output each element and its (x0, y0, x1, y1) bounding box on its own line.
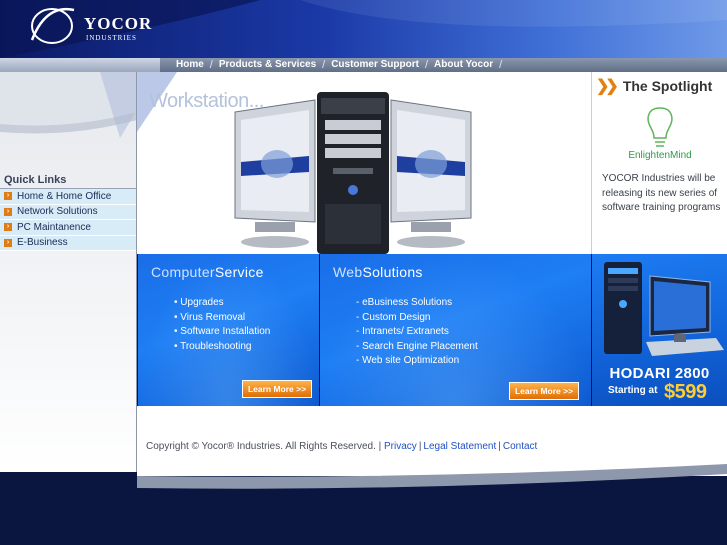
spotlight-title: The Spotlight (622, 78, 713, 94)
title-part-a: Web (333, 264, 363, 280)
logo-name: YOCOR (84, 14, 153, 33)
logo-swirl-icon (30, 7, 75, 44)
list-item: • Troubleshooting (174, 340, 252, 352)
left-sidebar: Quick Links › Home & Home Office › Netwo… (0, 72, 137, 472)
spotlight-text: YOCOR Industries will be releasing its n… (602, 173, 721, 213)
nav-separator-icon: / (499, 59, 503, 71)
site-header: YOCOR INDUSTRIES (0, 0, 727, 58)
quick-link-label: Network Solutions (17, 206, 98, 218)
computer-service-learn-more-button[interactable]: Learn More >> (242, 380, 312, 398)
quick-link-label: PC Maintanence (17, 221, 91, 233)
nav-customer-support[interactable]: Customer Support (325, 58, 425, 72)
list-item: • Software Installation (174, 326, 271, 338)
product-ad[interactable]: HODARI 2800 Starting at $599 (592, 254, 727, 406)
bottom-swoosh-graphic (0, 464, 727, 545)
web-solutions-panel: WebSolutions - eBusiness Solutions - Cus… (320, 254, 591, 406)
computer-service-panel: ComputerService • Upgrades • Virus Remov… (138, 254, 319, 406)
double-chevron-icon: ❯❯ (596, 78, 619, 95)
nav-about-yocor[interactable]: About Yocor (428, 58, 499, 72)
hero-banner: Workstation... (137, 72, 591, 254)
ad-starting-label: Starting at (608, 385, 658, 396)
list-item: • Upgrades (174, 297, 224, 308)
list-item: - Search Engine Placement (356, 340, 478, 352)
workstation-image (234, 92, 472, 254)
list-item: • Virus Removal (174, 311, 246, 323)
computer-product-image (604, 262, 724, 356)
spotlight-header: ❯❯ The Spotlight (596, 76, 712, 96)
title-part-a: Computer (151, 264, 215, 280)
web-solutions-list: - eBusiness Solutions - Custom Design - … (356, 296, 478, 369)
spotlight-brand[interactable]: EnlightenMind (592, 150, 727, 161)
quick-link-label: E-Business (17, 237, 68, 249)
list-item: - eBusiness Solutions (356, 297, 453, 308)
yocor-logo[interactable]: YOCOR INDUSTRIES (26, 4, 151, 48)
quick-links-title: Quick Links (4, 174, 67, 186)
main-nav: Home / Products & Services / Customer Su… (170, 58, 502, 72)
web-solutions-title: WebSolutions (333, 264, 423, 280)
sidebar-swoosh-graphic (0, 72, 137, 138)
ad-price: $599 (664, 381, 707, 403)
computer-service-title: ComputerService (151, 264, 264, 280)
web-solutions-learn-more-button[interactable]: Learn More >> (509, 382, 579, 400)
arrow-bullet-icon: › (4, 238, 12, 247)
quick-link-e-business[interactable]: › E-Business (0, 235, 137, 251)
arrow-bullet-icon: › (4, 207, 12, 216)
quick-link-network-solutions[interactable]: › Network Solutions (0, 204, 137, 220)
lightbulb-icon (647, 107, 673, 147)
arrow-bullet-icon: › (4, 223, 12, 232)
list-item: - Web site Optimization (356, 355, 460, 367)
nav-home[interactable]: Home (170, 58, 210, 72)
quick-link-home-office[interactable]: › Home & Home Office (0, 189, 137, 205)
arrow-bullet-icon: › (4, 192, 12, 201)
spotlight-panel: ❯❯ The Spotlight EnlightenMind YOCOR Ind… (591, 72, 727, 254)
title-part-b: Solutions (362, 264, 423, 280)
quick-link-label: Home & Home Office (17, 190, 112, 202)
quick-link-pc-maintenance[interactable]: › PC Maintanence (0, 220, 137, 236)
list-item: - Intranets/ Extranets (356, 326, 449, 338)
logo-subtitle: INDUSTRIES (86, 34, 137, 42)
computer-service-list: • Upgrades • Virus Removal • Software In… (174, 296, 270, 354)
list-item: - Custom Design (356, 311, 431, 323)
title-part-b: Service (214, 264, 264, 280)
ad-product-name: HODARI 2800 (609, 365, 710, 382)
nav-products-services[interactable]: Products & Services (213, 58, 322, 72)
quick-links-list: › Home & Home Office › Network Solutions… (0, 188, 137, 251)
